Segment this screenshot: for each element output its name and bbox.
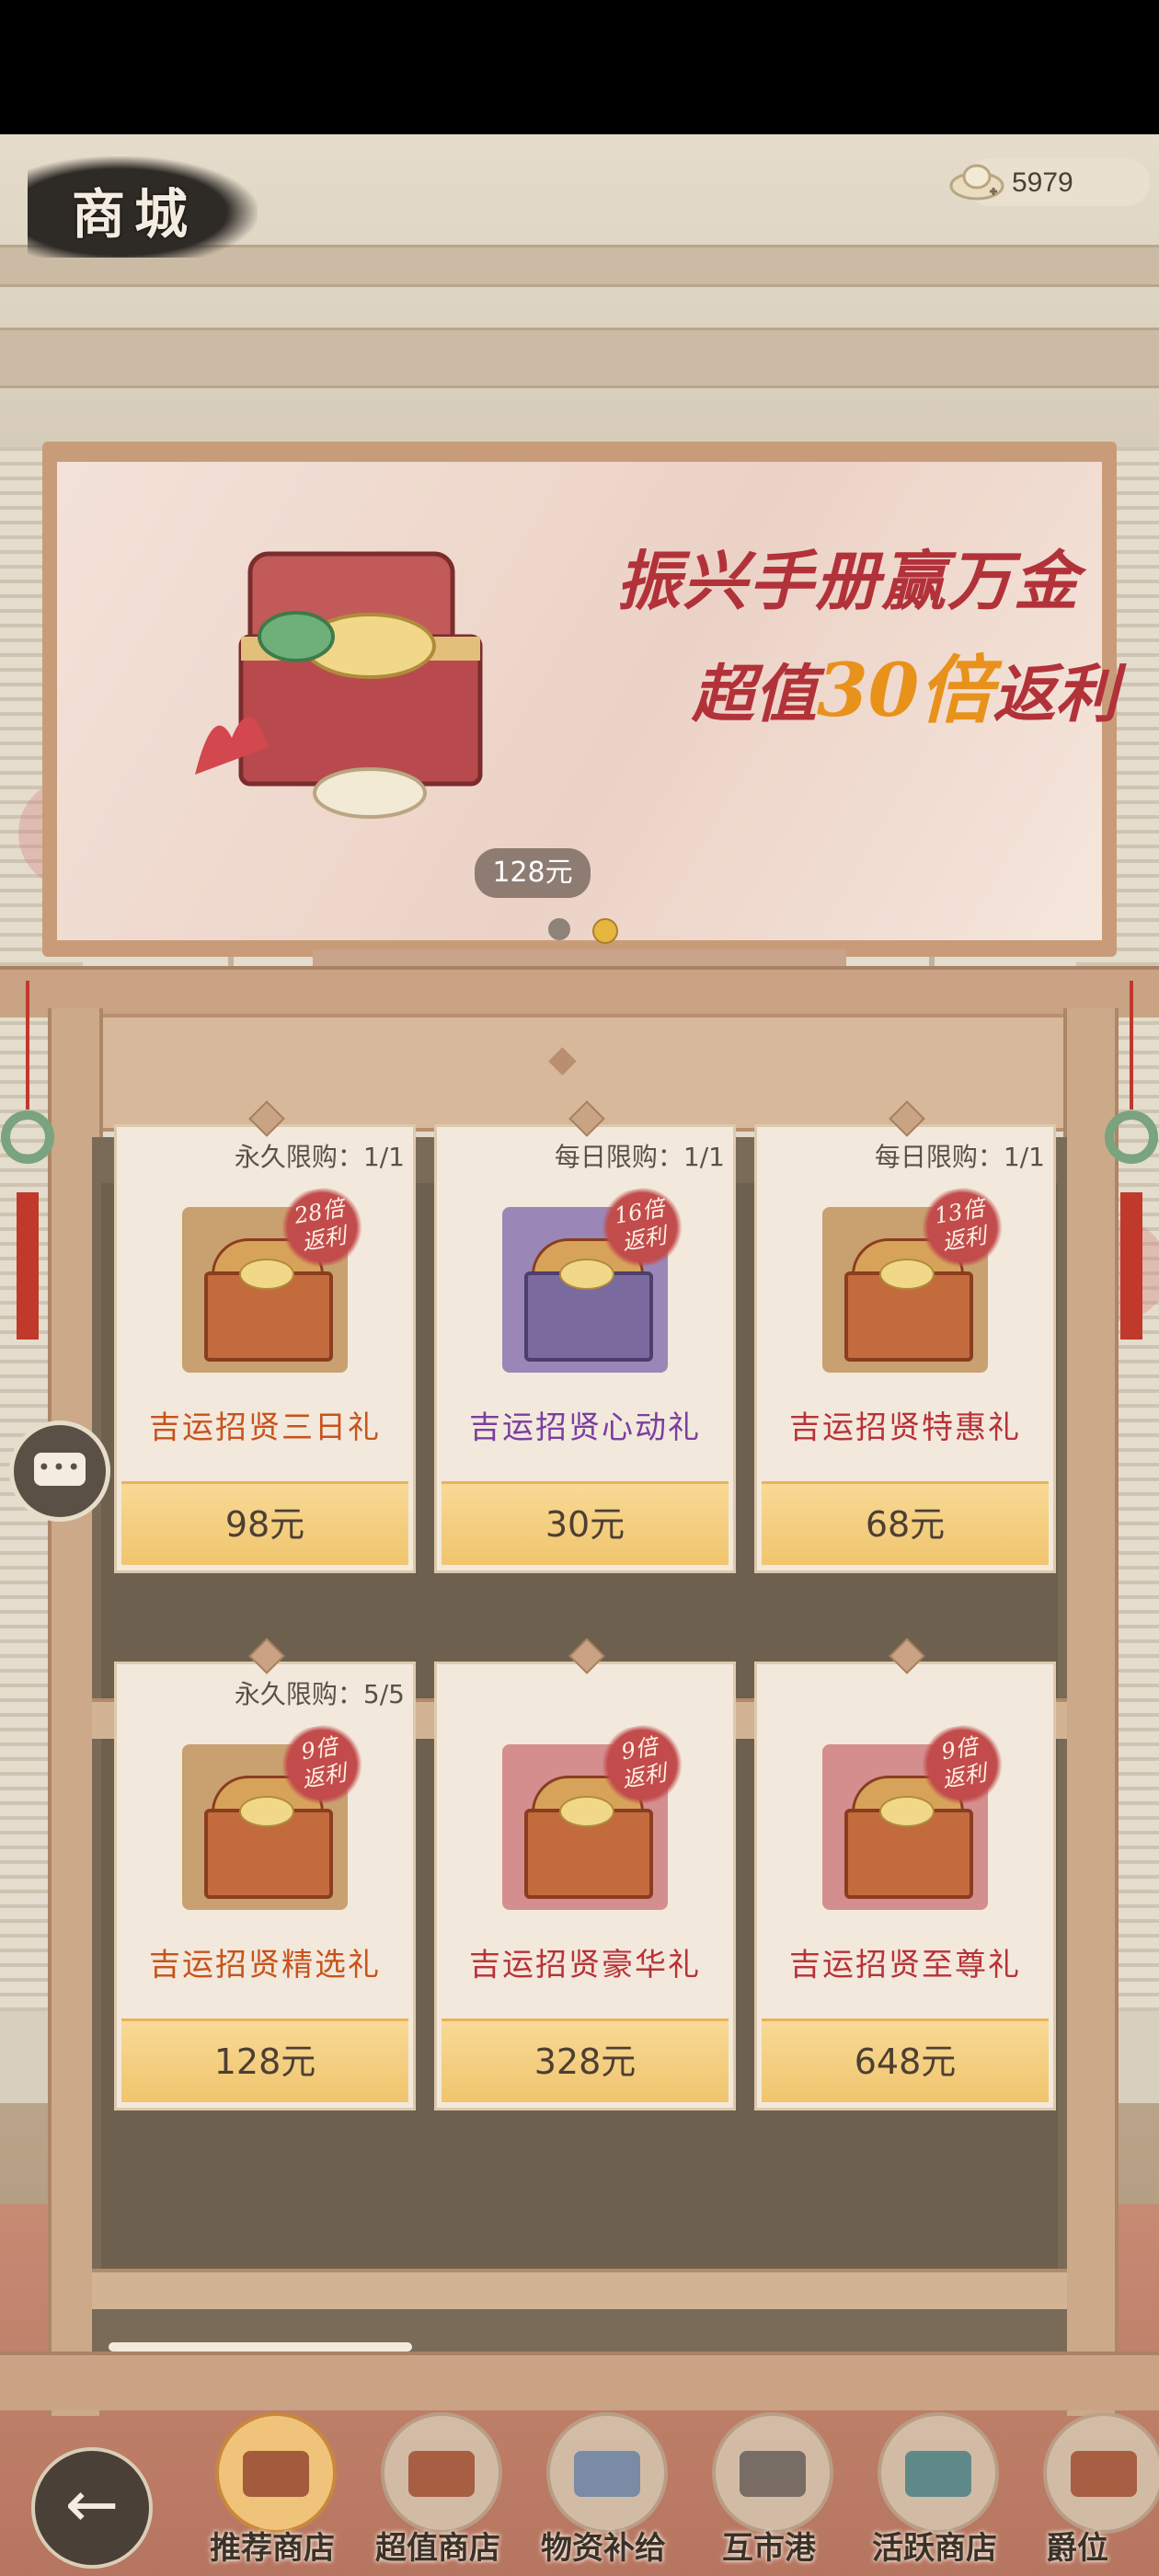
banner-price: 128元 (475, 848, 591, 898)
rebate-label: 返利 (940, 1222, 989, 1256)
tab-recommended-shop[interactable]: 推荐商店 (189, 2412, 355, 2576)
purchase-limit: 每日限购：1/1 (554, 1142, 725, 1172)
pack-name: 吉运招贤特惠礼 (789, 1409, 1021, 1446)
buy-button[interactable]: 128元 (121, 2018, 408, 2102)
pack-name: 吉运招贤至尊礼 (789, 1947, 1021, 1984)
tab-label: 爵位 (1046, 2530, 1108, 2567)
tab-label: 互市港 (722, 2530, 816, 2567)
banner-subheadline-suffix: 返利 (993, 658, 1119, 731)
buy-button[interactable]: 98元 (121, 1481, 408, 1565)
shelf (92, 2269, 1067, 2309)
rebate-tag: 16倍 返利 (593, 1181, 691, 1273)
back-arrow-icon: ← (64, 2467, 120, 2542)
cabinet-top (0, 966, 1159, 1018)
rebate-multiplier: 9倍 (299, 1733, 339, 1765)
banner-subheadline: 超值30倍返利 (692, 631, 1118, 738)
shop-tab-icon (215, 2412, 337, 2534)
shop-tab-icon (1043, 2412, 1159, 2534)
banner-headline: 振兴手册赢万金 (616, 543, 1080, 619)
shop-screen: 商城 5979 振兴手册赢万金 超值30倍返利 128元 ◆ 永久限购：1/1 … (0, 134, 1159, 2576)
pack-card[interactable]: 永久限购：1/1 28倍 返利 吉运招贤三日礼 98元 (114, 1100, 416, 1573)
pack-card[interactable]: 永久限购：5/5 9倍 返利 吉运招贤精选礼 128元 (114, 1638, 416, 2110)
pack-name: 吉运招贤三日礼 (149, 1409, 381, 1446)
pack-name: 吉运招贤精选礼 (149, 1947, 381, 1984)
buy-button[interactable]: 68元 (762, 1481, 1049, 1565)
cabinet-base (0, 2352, 1159, 2410)
pack-name: 吉运招贤豪华礼 (469, 1947, 701, 1984)
pack-card[interactable]: 每日限购：1/1 13倍 返利 吉运招贤特惠礼 68元 (754, 1100, 1056, 1573)
pack-card[interactable]: 9倍 返利 吉运招贤豪华礼 328元 (434, 1638, 736, 2110)
tab-value-shop[interactable]: 超值商店 (355, 2412, 521, 2576)
rebate-tag: 9倍 返利 (273, 1719, 371, 1811)
scroll-indicator[interactable] (109, 2342, 412, 2352)
buy-button[interactable]: 30元 (442, 1481, 729, 1565)
chat-bubble-icon: ••• (34, 1453, 86, 1486)
banner-multiplier: 30倍 (817, 647, 993, 733)
tab-activity-shop[interactable]: 活跃商店 (852, 2412, 1017, 2576)
rebate-multiplier: 9倍 (619, 1733, 660, 1765)
shop-tab-icon (878, 2412, 999, 2534)
page-title: 商城 (72, 183, 198, 246)
tab-label: 推荐商店 (210, 2530, 335, 2567)
rebate-tag: 9倍 返利 (913, 1719, 1011, 1811)
pack-name: 吉运招贤心动礼 (469, 1409, 701, 1446)
ingot-emblem-icon: ◆ (548, 1038, 577, 1080)
rebate-label: 返利 (620, 1759, 669, 1793)
rebate-tag: 13倍 返利 (913, 1181, 1011, 1273)
carousel-dot-active[interactable] (592, 918, 618, 944)
shop-tab-icon (546, 2412, 668, 2534)
gold-ingot-icon (949, 164, 1004, 201)
back-button[interactable]: ← (31, 2447, 153, 2569)
shop-tab-icon (381, 2412, 502, 2534)
banner-subheadline-prefix: 超值 (692, 658, 818, 731)
rebate-label: 返利 (940, 1759, 989, 1793)
pack-card[interactable]: 每日限购：1/1 16倍 返利 吉运招贤心动礼 30元 (434, 1100, 736, 1573)
tab-supplies[interactable]: 物资补给 (521, 2412, 686, 2576)
treasure-chest-image (195, 551, 483, 819)
tab-label: 超值商店 (375, 2530, 500, 2567)
tassel-right-icon (1105, 981, 1158, 1340)
carousel-dot[interactable] (548, 918, 570, 940)
rebate-tag: 28倍 返利 (273, 1181, 371, 1273)
tab-label: 活跃商店 (872, 2530, 997, 2567)
buy-button[interactable]: 648元 (762, 2018, 1049, 2102)
tab-label: 物资补给 (541, 2530, 666, 2567)
rebate-label: 返利 (300, 1222, 349, 1256)
pack-card[interactable]: 9倍 返利 吉运招贤至尊礼 648元 (754, 1638, 1056, 2110)
tab-trade-port[interactable]: 互市港 (686, 2412, 852, 2576)
buy-button[interactable]: 328元 (442, 2018, 729, 2102)
roof-beam-lower (0, 328, 1159, 388)
currency-value: 5979 (1012, 167, 1073, 198)
rebate-label: 返利 (300, 1759, 349, 1793)
purchase-limit: 每日限购：1/1 (874, 1142, 1045, 1172)
tab-rank[interactable]: 爵位 (1017, 2412, 1159, 2576)
rebate-tag: 9倍 返利 (593, 1719, 691, 1811)
rebate-multiplier: 9倍 (939, 1733, 980, 1765)
chat-button[interactable]: ••• (9, 1420, 110, 1522)
tassel-left-icon (1, 981, 54, 1340)
shop-tab-icon (712, 2412, 833, 2534)
purchase-limit: 永久限购：1/1 (234, 1142, 405, 1172)
purchase-limit: 永久限购：5/5 (234, 1679, 405, 1709)
rebate-label: 返利 (620, 1222, 669, 1256)
